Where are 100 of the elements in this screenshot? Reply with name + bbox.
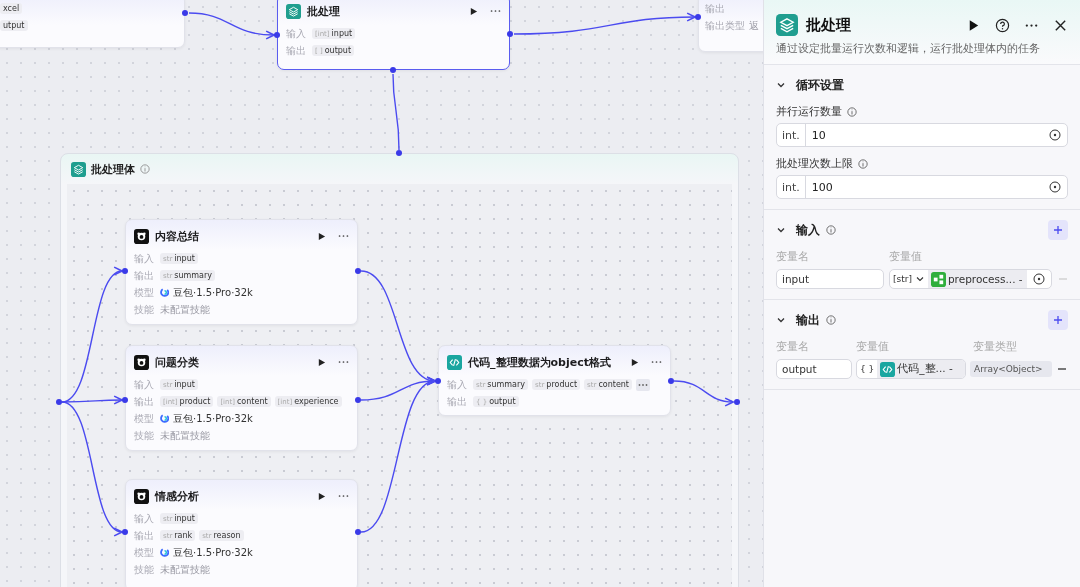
value-selector[interactable]: { } 代码_整... - [856,359,966,379]
node-title: 问题分类 [155,354,200,370]
section-title: 输入 [796,221,820,239]
type-tag: Array<Object> [970,361,1052,377]
play-icon[interactable] [317,491,326,501]
row-label: 输出 [134,528,155,543]
node-title: 内容总结 [155,228,200,244]
connector-line [673,380,734,407]
node-title: 情感分析 [155,488,200,504]
connection-port[interactable] [122,529,128,535]
target-icon[interactable] [1049,129,1061,141]
connection-port[interactable] [355,397,361,403]
connection-port[interactable] [56,399,62,405]
connection-port[interactable] [274,32,280,38]
row-label: 输入 [134,377,155,392]
row-label: 输入 [134,511,155,526]
play-icon[interactable] [317,357,326,367]
info-icon[interactable] [847,107,857,117]
model-icon [160,548,169,557]
chevron-icon[interactable] [776,225,786,235]
field-label: 并行运行数量 [776,105,842,119]
add-button[interactable] [1048,220,1068,240]
connection-port[interactable] [695,14,701,20]
play-icon[interactable] [469,6,478,16]
info-icon[interactable] [858,159,868,169]
connection-port[interactable] [668,378,674,384]
target-icon[interactable] [1033,273,1045,285]
more-icon[interactable] [338,360,349,364]
row-label: 模型 [134,285,155,300]
more-icon[interactable] [651,360,662,364]
name-field[interactable]: output [776,359,852,379]
more-icon[interactable] [490,9,501,13]
more-icon[interactable] [636,378,650,391]
model-name: 豆包·1.5·Pro·32k [173,285,253,300]
node-title: 批处理 [307,3,341,19]
row-label: 输入 [134,251,155,266]
row-label: 模型 [134,411,155,426]
panel-description: 通过设定批量运行次数和逻辑，运行批处理体内的任务 [776,42,1041,56]
bot-icon [134,488,149,504]
row-label: 输入 [447,377,468,392]
play-icon[interactable] [317,231,326,241]
workflow-node[interactable]: xcel utput [0,0,185,48]
plus-icon [1053,315,1063,325]
help-icon[interactable] [995,17,1010,33]
section-title: 输出 [796,311,820,329]
info-icon[interactable] [826,225,836,235]
more-icon[interactable] [338,234,349,238]
layers-icon [71,161,86,177]
row-value: 返 [749,18,759,33]
row-label: 模型 [134,545,155,560]
connection-port[interactable] [122,397,128,403]
model-name: 豆包·1.5·Pro·32k [173,411,253,426]
more-icon[interactable] [338,494,349,498]
add-button[interactable] [1048,310,1068,330]
connection-port[interactable] [182,10,188,16]
model-icon [160,288,169,297]
layers-icon [286,3,301,19]
info-icon[interactable] [826,315,836,325]
row-label: 技能 [134,428,155,443]
connection-port[interactable] [734,399,740,405]
panel-title: 批处理 [806,15,852,35]
chevron-icon[interactable] [776,315,786,325]
value-selector[interactable]: [str] preprocess... - [889,269,1052,289]
row-label: 输出 [286,43,307,58]
plus-icon [1053,225,1063,235]
bot-icon [134,228,149,244]
chevron-icon[interactable] [914,274,925,284]
row-label: 技能 [134,302,155,317]
connection-port[interactable] [507,31,513,37]
variable-tag: utput [0,20,28,31]
connection-port[interactable] [122,268,128,274]
connection-port[interactable] [355,529,361,535]
row-label: 输出 [134,268,155,283]
number-field[interactable]: int. 100 [776,175,1068,199]
connection-port[interactable] [396,150,402,156]
connection-port[interactable] [355,268,361,274]
section-title: 循环设置 [796,76,844,94]
model-icon [160,414,169,423]
column-header: 变量值 [856,340,890,354]
container-title: 批处理体 [91,161,135,177]
target-icon[interactable] [1049,181,1061,193]
column-header: 变量值 [889,250,923,264]
chevron-icon[interactable] [776,80,786,90]
name-field[interactable]: input [776,269,884,289]
connection-port[interactable] [390,67,396,73]
row-value: 未配置技能 [160,428,210,443]
column-header: 变量类型 [973,340,1018,354]
connection-port[interactable] [435,378,441,384]
row-label: 输入 [286,26,307,41]
code-icon [447,354,462,370]
node-title: 代码_整理数据为object格式 [468,354,612,370]
layers-icon [776,14,798,36]
code-icon [880,361,896,377]
model-name: 豆包·1.5·Pro·32k [173,545,253,560]
play-icon[interactable] [630,357,639,367]
field-label: 批处理次数上限 [776,157,853,171]
row-value: 未配置技能 [160,302,210,317]
row-value: 未配置技能 [160,562,210,577]
number-field[interactable]: int. 10 [776,123,1068,147]
row-label: 输出 [447,394,468,409]
